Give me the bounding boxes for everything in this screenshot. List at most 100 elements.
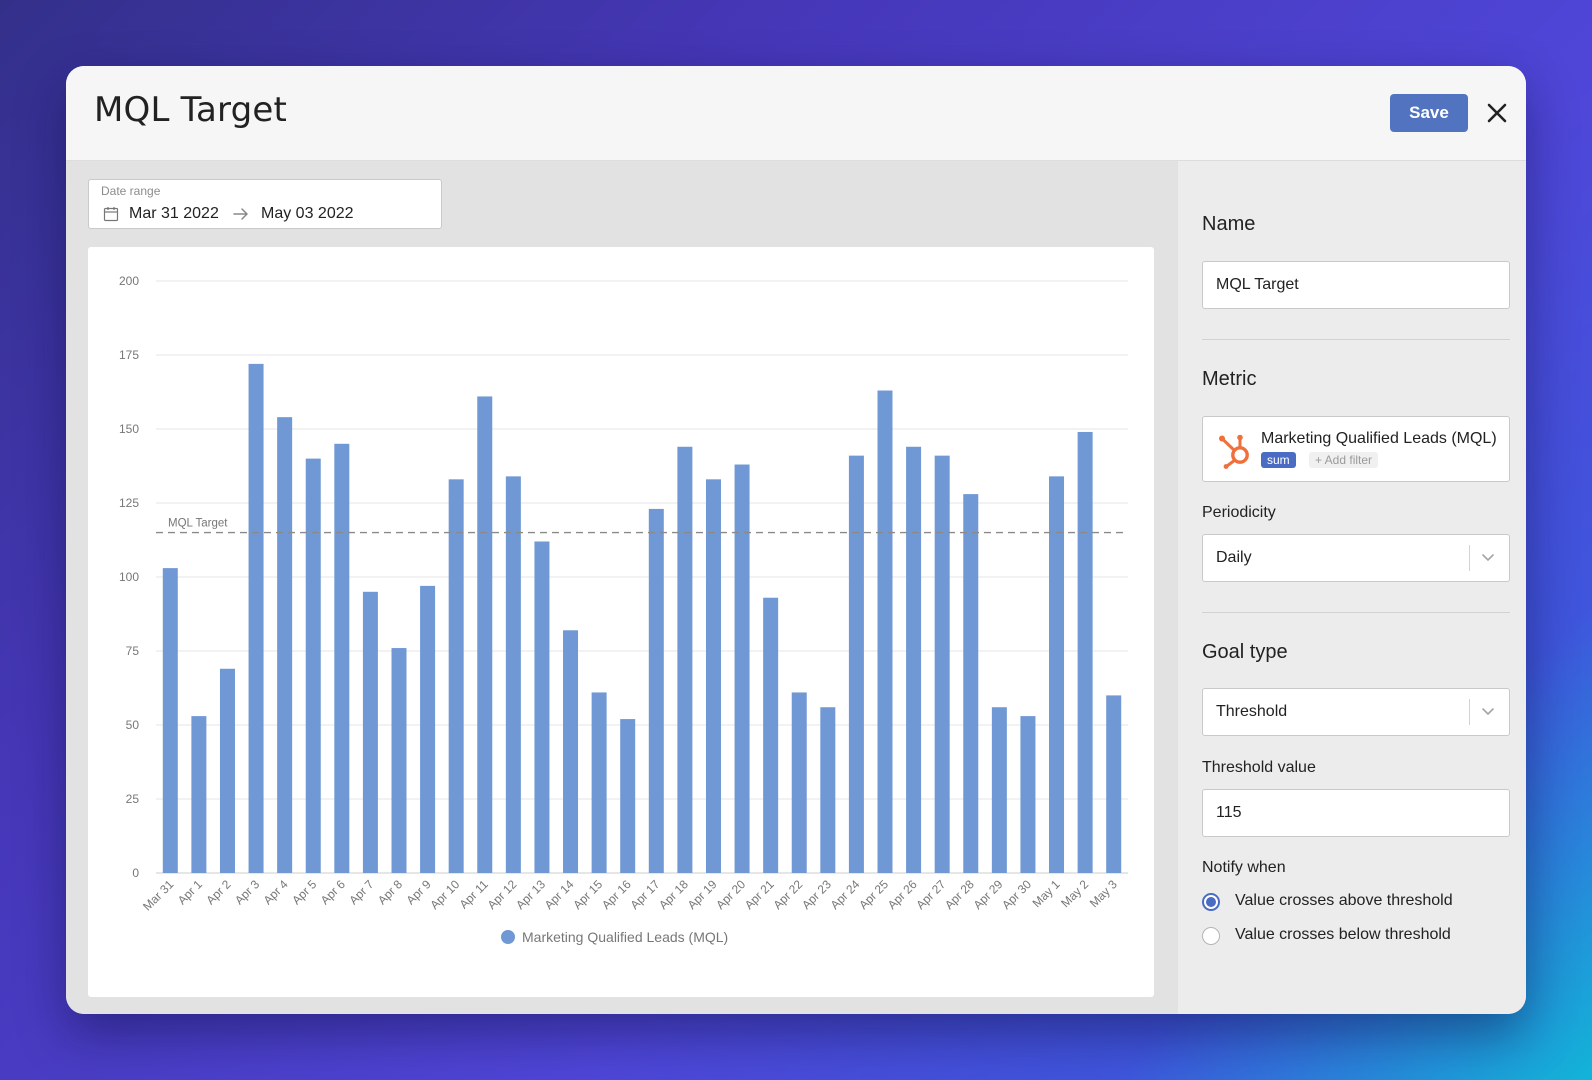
y-tick-label: 200 — [119, 274, 139, 288]
bar — [505, 476, 521, 873]
divider — [1202, 339, 1510, 340]
x-tick-label: Apr 25 — [856, 877, 891, 912]
bar — [362, 591, 378, 873]
periodicity-label: Periodicity — [1202, 504, 1276, 521]
bar — [1077, 431, 1093, 873]
target-line-label: MQL Target — [168, 518, 228, 530]
x-tick-label: Apr 5 — [289, 877, 319, 907]
name-section-label: Name — [1202, 213, 1256, 235]
x-tick-label: Apr 28 — [942, 877, 977, 912]
bar-chart: 0255075100125150175200Mar 31Apr 1Apr 2Ap… — [119, 274, 1128, 945]
radio-above-threshold[interactable]: Value crosses above threshold — [1202, 892, 1512, 918]
bar — [877, 390, 893, 873]
bar — [391, 648, 407, 873]
x-tick-label: Apr 29 — [971, 877, 1006, 912]
x-tick-label: Mar 31 — [140, 877, 177, 914]
x-tick-label: Apr 21 — [742, 877, 777, 912]
bar — [219, 668, 235, 873]
periodicity-select[interactable]: Daily — [1202, 534, 1510, 582]
goal-type-select[interactable]: Threshold — [1202, 688, 1510, 736]
y-tick-label: 75 — [126, 644, 140, 658]
x-tick-label: Apr 17 — [628, 877, 663, 912]
close-button[interactable] — [1480, 96, 1514, 130]
periodicity-value: Daily — [1216, 549, 1252, 566]
x-tick-label: May 2 — [1058, 877, 1091, 910]
date-range-label: Date range — [101, 184, 161, 198]
x-tick-label: Apr 12 — [485, 877, 520, 912]
threshold-value-input[interactable] — [1202, 789, 1510, 837]
save-button[interactable]: Save — [1390, 94, 1468, 132]
legend-marker — [501, 930, 515, 944]
date-range-picker[interactable]: Date range Mar 31 2022 May 03 2022 — [88, 179, 442, 229]
x-tick-label: Apr 19 — [685, 877, 720, 912]
x-tick-label: Apr 10 — [427, 877, 462, 912]
x-tick-label: Apr 15 — [570, 877, 605, 912]
bar — [991, 707, 1007, 873]
x-tick-label: Apr 26 — [885, 877, 920, 912]
x-tick-label: Apr 14 — [542, 877, 577, 912]
y-tick-label: 100 — [119, 570, 139, 584]
chevron-down-icon — [1482, 554, 1494, 561]
x-tick-label: Apr 23 — [799, 877, 834, 912]
x-tick-label: May 3 — [1087, 877, 1120, 910]
metric-selector[interactable]: Marketing Qualified Leads (MQL) sum + Ad… — [1202, 416, 1510, 482]
radio-button[interactable] — [1202, 927, 1220, 945]
bar — [1106, 695, 1122, 873]
modal-header: MQL Target Save — [66, 66, 1526, 161]
legend-label: Marketing Qualified Leads (MQL) — [522, 929, 728, 945]
radio-label: Value crosses above threshold — [1235, 892, 1453, 909]
bar — [705, 479, 721, 873]
x-tick-label: May 1 — [1030, 877, 1063, 910]
bar — [563, 630, 579, 873]
goal-settings-panel: Name Metric Marketing Qualified Leads (M… — [1178, 161, 1526, 1014]
x-tick-label: Apr 3 — [232, 877, 262, 907]
chart-card: 0 25 50 75 100 125 150 175 200 Mar 31 Apr 1 Apr 2 Ap… — [88, 247, 1154, 997]
y-tick-label: 175 — [119, 348, 139, 362]
goal-modal: MQL Target Save Date range Mar 31 2022 M… — [66, 66, 1526, 1014]
bar — [534, 541, 550, 873]
x-tick-label: Apr 30 — [999, 877, 1034, 912]
bar — [591, 692, 607, 873]
close-icon — [1487, 103, 1507, 123]
bar — [162, 568, 178, 873]
x-tick-label: Apr 20 — [713, 877, 748, 912]
bar — [963, 494, 979, 873]
x-tick-label: Apr 8 — [375, 877, 405, 907]
radio-label: Value crosses below threshold — [1235, 926, 1451, 943]
x-tick-label: Apr 27 — [913, 877, 948, 912]
radio-below-threshold[interactable]: Value crosses below threshold — [1202, 926, 1512, 952]
threshold-value-label: Threshold value — [1202, 759, 1316, 776]
bar — [420, 585, 436, 873]
metric-name: Marketing Qualified Leads (MQL) — [1261, 430, 1497, 447]
page-title: MQL Target — [94, 90, 288, 130]
bar — [934, 455, 950, 873]
bar — [734, 464, 750, 873]
x-tick-label: Apr 7 — [346, 877, 376, 907]
bar — [620, 719, 636, 873]
y-tick-label: 0 — [132, 866, 139, 880]
arrow-right-icon — [233, 208, 248, 220]
x-tick-label: Apr 13 — [513, 877, 548, 912]
x-tick-label: Apr 4 — [261, 877, 291, 907]
bar — [477, 396, 493, 873]
bar — [906, 446, 922, 873]
goal-type-section-label: Goal type — [1202, 641, 1288, 663]
x-tick-label: Apr 2 — [203, 877, 233, 907]
bar — [448, 479, 464, 873]
chevron-down-icon — [1482, 708, 1494, 715]
aggregation-badge[interactable]: sum — [1261, 452, 1296, 468]
bar — [1049, 476, 1065, 873]
metric-section-label: Metric — [1202, 368, 1257, 390]
bar — [334, 443, 350, 873]
x-tick-label: Apr 16 — [599, 877, 634, 912]
goal-type-value: Threshold — [1216, 703, 1288, 720]
date-range-start: Mar 31 2022 — [129, 205, 219, 222]
date-range-end: May 03 2022 — [261, 205, 354, 222]
add-filter-button[interactable]: + Add filter — [1309, 452, 1379, 468]
x-tick-label: Apr 11 — [457, 877, 492, 912]
name-input[interactable] — [1202, 261, 1510, 309]
notify-when-label: Notify when — [1202, 859, 1286, 876]
radio-button-checked[interactable] — [1202, 893, 1220, 911]
y-tick-label: 150 — [119, 422, 139, 436]
x-tick-label: Apr 22 — [770, 877, 805, 912]
